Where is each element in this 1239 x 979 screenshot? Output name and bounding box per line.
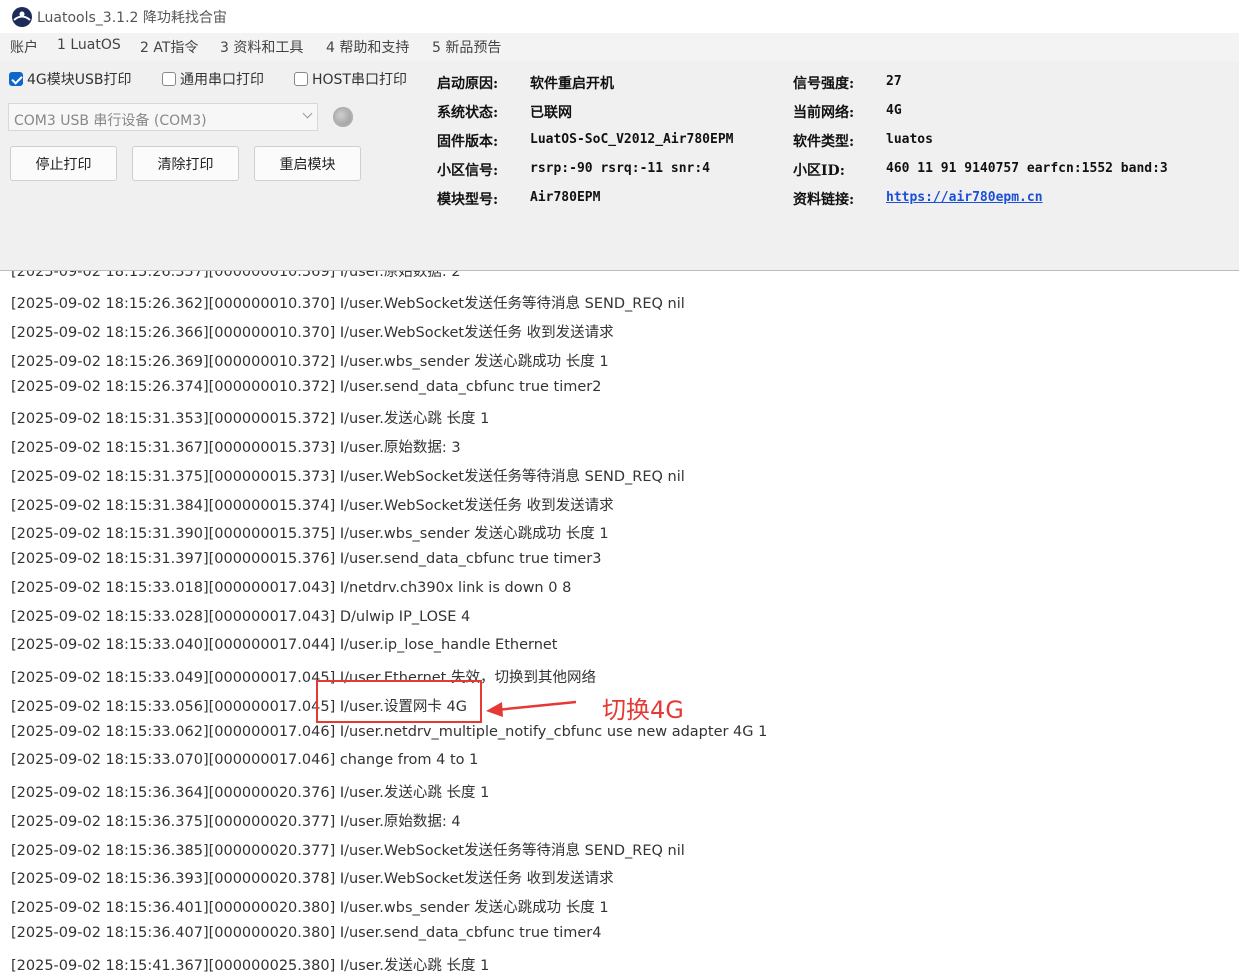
log-line: [2025-09-02 18:15:33.028][000000017.043]… bbox=[11, 609, 471, 625]
resource-link-label: 资料链接: bbox=[793, 192, 855, 208]
window-title: Luatools_3.1.2 降功耗找合宙 bbox=[37, 10, 227, 26]
menu-new-products[interactable]: 5 新品预告 bbox=[432, 37, 501, 57]
log-line: [2025-09-02 18:15:26.374][000000010.372]… bbox=[11, 379, 602, 395]
software-type-value: luatos bbox=[886, 132, 933, 147]
log-line: [2025-09-02 18:15:26.366][000000010.370]… bbox=[11, 325, 614, 341]
annotation-highlight-box bbox=[316, 680, 482, 723]
log-line: [2025-09-02 18:15:33.062][000000017.046]… bbox=[11, 724, 768, 740]
connection-status-indicator-icon bbox=[333, 107, 353, 127]
signal-strength-value: 27 bbox=[886, 74, 902, 89]
uart-print-checkbox[interactable] bbox=[162, 72, 176, 86]
uart-print-option[interactable]: 通用串口打印 bbox=[162, 69, 264, 89]
restart-module-button[interactable]: 重启模块 bbox=[254, 146, 361, 181]
log-line: [2025-09-02 18:15:26.362][000000010.370]… bbox=[11, 296, 685, 312]
log-line: [2025-09-02 18:15:36.401][000000020.380]… bbox=[11, 900, 609, 916]
menu-bar: 账户 1 LuatOS 2 AT指令 3 资料和工具 4 帮助和支持 5 新品预… bbox=[0, 33, 1239, 61]
log-line: [2025-09-02 18:15:31.353][000000015.372]… bbox=[11, 411, 490, 427]
boot-reason-label: 启动原因: bbox=[437, 76, 499, 92]
log-line: [2025-09-02 18:15:26.357][000000010.369]… bbox=[11, 270, 461, 280]
log-line: [2025-09-02 18:15:36.364][000000020.376]… bbox=[11, 785, 490, 801]
log-line: [2025-09-02 18:15:33.040][000000017.044]… bbox=[11, 637, 558, 653]
module-model-label: 模块型号: bbox=[437, 192, 499, 208]
firmware-value: LuatOS-SoC_V2012_Air780EPM bbox=[530, 132, 734, 147]
usb-print-option[interactable]: 4G模块USB打印 bbox=[9, 69, 132, 89]
log-output[interactable]: [2025-09-02 18:15:26.357][000000010.369]… bbox=[0, 270, 1239, 979]
stop-print-button[interactable]: 停止打印 bbox=[10, 146, 117, 181]
current-network-value: 4G bbox=[886, 103, 902, 118]
cell-signal-label: 小区信号: bbox=[437, 163, 499, 179]
uart-print-label: 通用串口打印 bbox=[180, 72, 264, 88]
boot-reason-value: 软件重启开机 bbox=[530, 76, 614, 92]
resource-link[interactable]: https://air780epm.cn bbox=[886, 190, 1043, 205]
port-select[interactable]: COM3 USB 串行设备 (COM3) bbox=[8, 103, 318, 131]
host-print-label: HOST串口打印 bbox=[312, 72, 407, 88]
host-print-checkbox[interactable] bbox=[294, 72, 308, 86]
menu-account[interactable]: 账户 bbox=[10, 37, 38, 57]
module-model-value: Air780EPM bbox=[530, 190, 601, 205]
log-line: [2025-09-02 18:15:31.367][000000015.373]… bbox=[11, 440, 461, 456]
clear-print-button[interactable]: 清除打印 bbox=[132, 146, 239, 181]
log-line: [2025-09-02 18:15:36.375][000000020.377]… bbox=[11, 814, 461, 830]
log-line: [2025-09-02 18:15:36.407][000000020.380]… bbox=[11, 925, 602, 941]
usb-print-checkbox[interactable] bbox=[9, 72, 23, 86]
host-print-option[interactable]: HOST串口打印 bbox=[294, 69, 407, 89]
system-state-value: 已联网 bbox=[530, 105, 572, 121]
log-line: [2025-09-02 18:15:31.384][000000015.374]… bbox=[11, 498, 614, 514]
menu-resources-tools[interactable]: 3 资料和工具 bbox=[220, 37, 303, 57]
signal-strength-label: 信号强度: bbox=[793, 76, 855, 92]
log-line: [2025-09-02 18:15:41.367][000000025.380]… bbox=[11, 958, 490, 974]
log-line: [2025-09-02 18:15:36.393][000000020.378]… bbox=[11, 871, 614, 887]
current-network-label: 当前网络: bbox=[793, 105, 855, 121]
firmware-label: 固件版本: bbox=[437, 134, 499, 150]
log-line: [2025-09-02 18:15:33.018][000000017.043]… bbox=[11, 580, 572, 596]
chevron-down-icon bbox=[302, 108, 313, 119]
annotation-arrow-icon bbox=[486, 700, 577, 717]
log-line: [2025-09-02 18:15:33.070][000000017.046]… bbox=[11, 752, 479, 768]
log-line: [2025-09-02 18:15:36.385][000000020.377]… bbox=[11, 843, 685, 859]
cell-id-value: 460 11 91 9140757 earfcn:1552 band:3 bbox=[886, 161, 1168, 176]
cell-signal-value: rsrp:-90 rsrq:-11 snr:4 bbox=[530, 161, 711, 176]
menu-at-commands[interactable]: 2 AT指令 bbox=[140, 37, 198, 57]
port-select-value: COM3 USB 串行设备 (COM3) bbox=[14, 113, 207, 129]
menu-luatos[interactable]: 1 LuatOS bbox=[57, 37, 121, 53]
log-line: [2025-09-02 18:15:31.375][000000015.373]… bbox=[11, 469, 685, 485]
annotation-label: 切换4G bbox=[602, 696, 684, 724]
log-line: [2025-09-02 18:15:31.397][000000015.376]… bbox=[11, 551, 602, 567]
system-state-label: 系统状态: bbox=[437, 105, 499, 121]
usb-print-label: 4G模块USB打印 bbox=[27, 72, 132, 88]
cell-id-label: 小区ID: bbox=[793, 163, 845, 179]
log-line: [2025-09-02 18:15:31.390][000000015.375]… bbox=[11, 526, 609, 542]
log-line: [2025-09-02 18:15:33.049][000000017.045]… bbox=[11, 670, 596, 686]
software-type-label: 软件类型: bbox=[793, 134, 855, 150]
control-panel: 4G模块USB打印 通用串口打印 HOST串口打印 COM3 USB 串行设备 … bbox=[0, 61, 1239, 270]
menu-help-support[interactable]: 4 帮助和支持 bbox=[326, 37, 409, 57]
log-line: [2025-09-02 18:15:26.369][000000010.372]… bbox=[11, 354, 609, 370]
title-bar: Luatools_3.1.2 降功耗找合宙 bbox=[0, 0, 1239, 33]
app-logo-icon bbox=[12, 7, 32, 27]
